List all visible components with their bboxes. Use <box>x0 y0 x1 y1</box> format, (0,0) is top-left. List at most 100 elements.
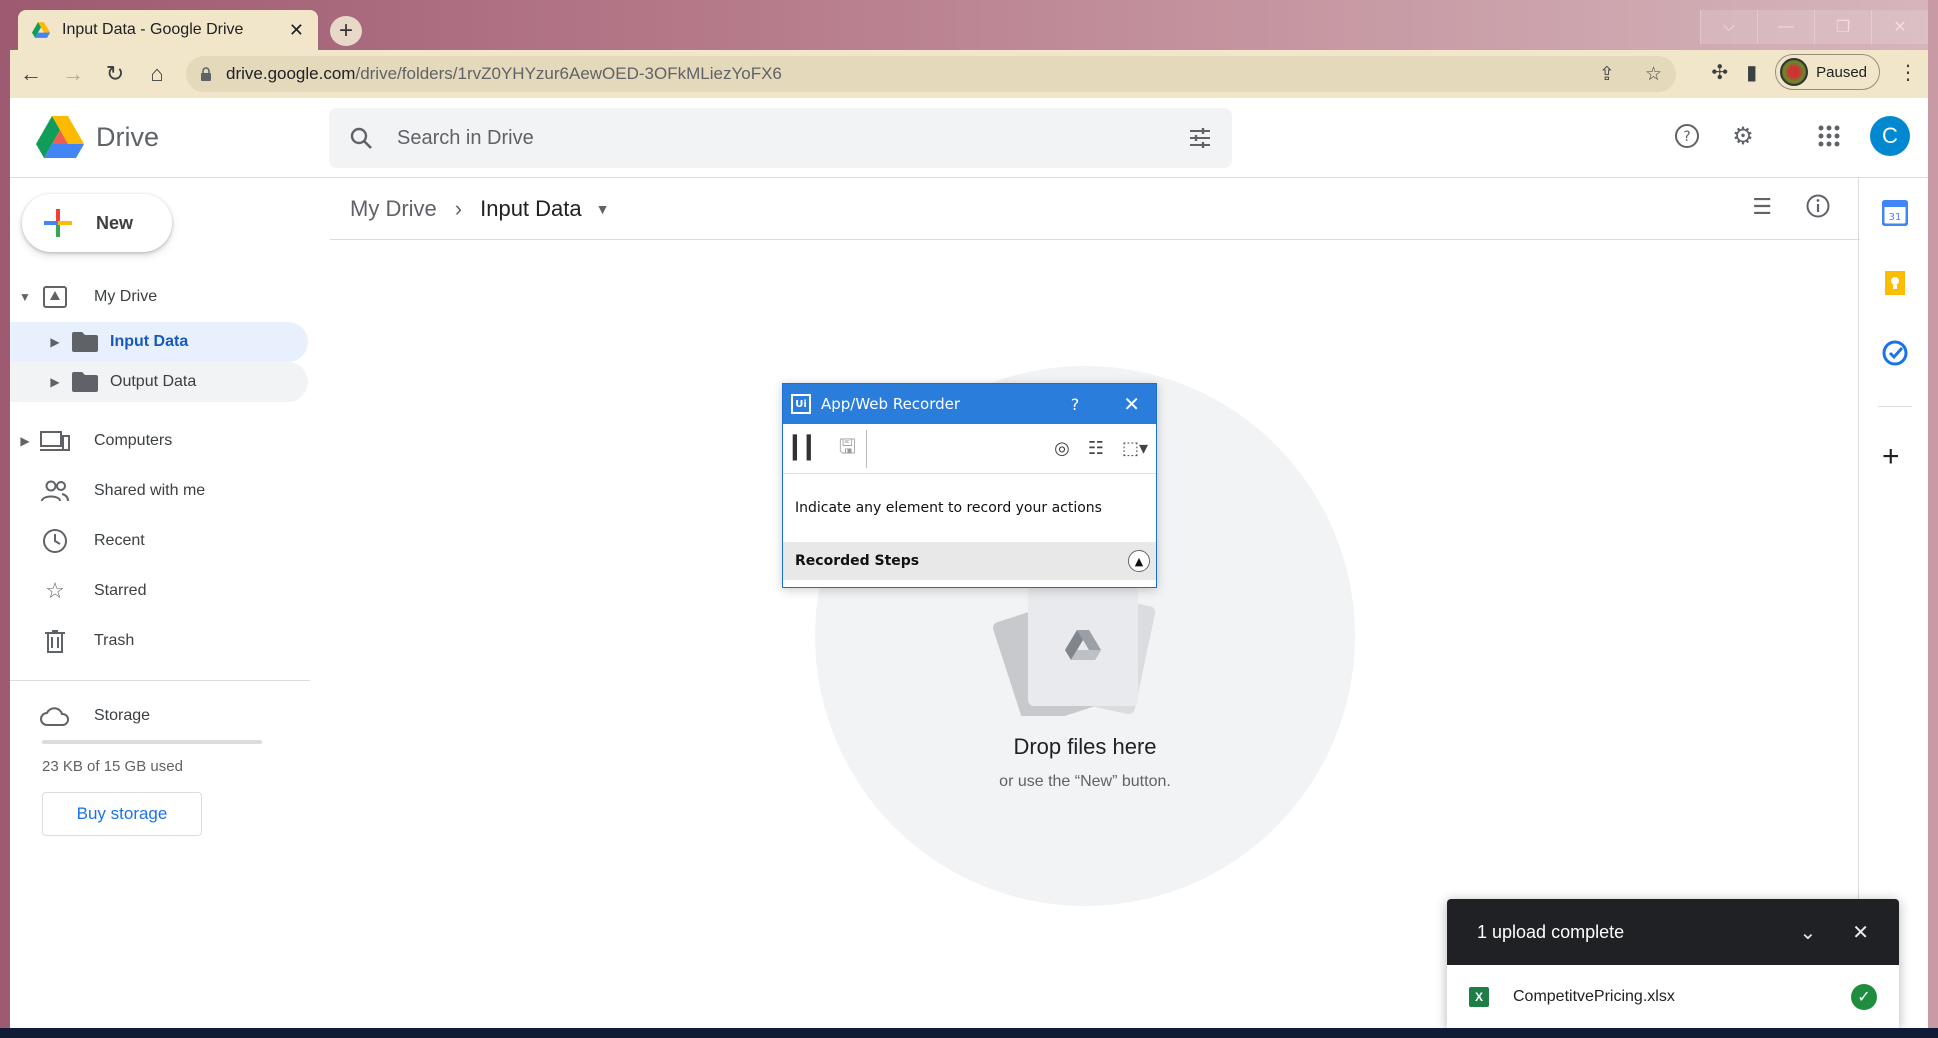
window-controls: ⌵ — ❐ ✕ <box>1700 10 1928 44</box>
svg-text:?: ? <box>1683 129 1690 145</box>
tab-search-icon[interactable]: ⌵ <box>1700 10 1757 44</box>
upload-toast-header: 1 upload complete ⌄ ✕ <box>1447 899 1899 965</box>
search-input[interactable]: Search in Drive <box>397 127 1188 150</box>
uploaded-file-name[interactable]: CompetitvePricing.xlsx <box>1513 988 1851 1006</box>
keep-icon[interactable] <box>1882 270 1908 296</box>
uploaded-file-row[interactable]: X CompetitvePricing.xlsx ✓ <box>1447 965 1899 1029</box>
sidebar-item-my-drive[interactable]: ▼ My Drive <box>10 272 310 322</box>
lock-icon <box>201 67 211 81</box>
recorder-help-button[interactable]: ? <box>1071 395 1080 414</box>
search-bar[interactable]: Search in Drive <box>329 108 1232 168</box>
apps-grid-icon[interactable] <box>1814 121 1844 151</box>
breadcrumb-current-folder[interactable]: Input Data <box>480 196 582 222</box>
recorder-close-button[interactable]: ✕ <box>1123 392 1140 416</box>
profile-status: Paused <box>1816 63 1867 81</box>
sidebar-item-label: Recent <box>94 532 145 549</box>
account-avatar[interactable]: C <box>1870 116 1910 156</box>
expand-caret-icon[interactable]: ▶ <box>10 434 40 448</box>
folder-icon <box>72 372 98 392</box>
folder-expand-icon[interactable]: ▶ <box>46 375 64 389</box>
url-path: /drive/folders/1rvZ0YHYzur6AewOED-3OFkML… <box>355 64 782 83</box>
browser-tab[interactable]: Input Data - Google Drive ✕ <box>18 10 318 50</box>
share-icon[interactable]: ⇪ <box>1599 63 1615 86</box>
search-icon[interactable] <box>349 126 373 150</box>
chevron-right-icon: › <box>454 195 463 221</box>
uipath-logo-icon: Ui <box>791 394 811 414</box>
star-icon: ☆ <box>45 578 65 603</box>
new-tab-button[interactable]: + <box>330 16 362 46</box>
app-web-recorder-window: Ui App/Web Recorder ? ✕ ▎▎ 🖫 ◎ ☷ ⬚▾ Indi… <box>782 383 1157 588</box>
reload-icon[interactable]: ↻ <box>94 61 136 87</box>
recorded-steps-header[interactable]: Recorded Steps ▲ <box>783 542 1156 580</box>
bookmark-star-icon[interactable]: ☆ <box>1645 63 1662 86</box>
home-icon[interactable]: ⌂ <box>136 61 178 87</box>
clock-icon <box>40 529 70 553</box>
verify-steps-icon[interactable]: ☷ <box>1088 438 1104 459</box>
sidebar-item-shared[interactable]: Shared with me <box>10 466 310 516</box>
sidebar-item-label: Input Data <box>110 333 189 350</box>
sidebar-item-starred[interactable]: ☆ Starred <box>10 566 310 616</box>
settings-gear-icon[interactable]: ⚙ <box>1728 121 1758 151</box>
sidebar-item-label: Computers <box>94 432 173 449</box>
drive-header: Drive Search in Drive ? ⚙ C <box>10 98 1928 178</box>
sidebar-item-label: My Drive <box>94 288 158 305</box>
minimize-button[interactable]: — <box>1757 10 1814 44</box>
expand-caret-icon[interactable]: ▼ <box>10 290 40 304</box>
pause-icon[interactable]: ▎▎ <box>793 436 824 461</box>
menu-kebab-icon[interactable]: ⋮ <box>1898 60 1918 85</box>
folder-icon <box>72 332 98 352</box>
info-icon[interactable] <box>1806 194 1830 224</box>
my-drive-icon <box>40 285 70 309</box>
screen-select-dropdown-icon[interactable]: ⬚▾ <box>1122 438 1148 459</box>
address-bar[interactable]: drive.google.com/drive/folders/1rvZ0YHYz… <box>186 56 1676 92</box>
recorder-title: App/Web Recorder <box>821 395 961 413</box>
save-icon[interactable]: 🖫 <box>839 432 856 466</box>
side-panel-icon[interactable]: ▮ <box>1746 60 1757 85</box>
sidebar-item-output-data[interactable]: ▶ Output Data <box>10 362 308 402</box>
breadcrumb-my-drive[interactable]: My Drive <box>330 196 437 222</box>
help-icon[interactable]: ? <box>1672 121 1702 151</box>
extensions-icon[interactable]: ✣ <box>1711 60 1728 85</box>
breadcrumb: My Drive › Input Data ▼ ☰ <box>330 178 1860 240</box>
forward-icon[interactable]: → <box>52 61 94 87</box>
sidebar-item-label: Trash <box>94 632 135 649</box>
upload-toast-title: 1 upload complete <box>1477 921 1625 942</box>
profile-button[interactable]: Paused <box>1775 54 1880 90</box>
recorder-toolbar: ▎▎ 🖫 ◎ ☷ ⬚▾ <box>783 424 1156 474</box>
sidebar-nav: ▼ My Drive ▶ Input Data ▶ Output Data ▶ … <box>10 272 310 741</box>
calendar-icon[interactable]: 31 <box>1882 200 1908 226</box>
sidebar-item-recent[interactable]: Recent <box>10 516 310 566</box>
back-icon[interactable]: ← <box>10 61 52 87</box>
sidebar-item-input-data[interactable]: ▶ Input Data <box>10 322 308 362</box>
cloud-icon <box>40 704 70 728</box>
new-button-label: New <box>96 212 134 233</box>
recorder-title-bar[interactable]: Ui App/Web Recorder ? ✕ <box>783 384 1156 424</box>
folder-menu-dropdown-icon[interactable]: ▼ <box>596 201 610 217</box>
sidebar-item-computers[interactable]: ▶ Computers <box>10 416 310 466</box>
drop-files-subtitle: or use the “New” button. <box>999 773 1171 790</box>
tab-title: Input Data - Google Drive <box>62 21 244 38</box>
folder-expand-icon[interactable]: ▶ <box>46 335 64 349</box>
shared-icon <box>40 479 70 503</box>
chevron-down-icon[interactable]: ⌄ <box>1799 920 1816 945</box>
drive-logo-icon <box>36 116 84 158</box>
computers-icon <box>40 429 70 453</box>
restore-button[interactable]: ❐ <box>1814 10 1871 44</box>
search-options-icon[interactable] <box>1188 126 1212 150</box>
drive-logo[interactable]: Drive <box>36 116 159 158</box>
new-button[interactable]: New <box>22 194 172 252</box>
tasks-icon[interactable] <box>1882 340 1908 366</box>
buy-storage-button[interactable]: Buy storage <box>42 792 202 836</box>
list-view-icon[interactable]: ☰ <box>1752 194 1772 224</box>
drop-files-illustration-icon <box>993 586 1156 716</box>
close-icon[interactable]: ✕ <box>1852 920 1869 945</box>
sidebar-item-storage[interactable]: Storage <box>10 691 310 741</box>
tab-close-icon[interactable]: ✕ <box>289 20 304 41</box>
sidebar-item-trash[interactable]: Trash <box>10 616 310 666</box>
upload-complete-check-icon: ✓ <box>1851 984 1877 1010</box>
close-window-button[interactable]: ✕ <box>1871 10 1928 44</box>
target-picker-icon[interactable]: ◎ <box>1054 438 1070 459</box>
add-addons-icon[interactable]: + <box>1882 440 1900 474</box>
collapse-chevron-icon[interactable]: ▲ <box>1128 550 1150 572</box>
storage-progress-bar <box>42 740 262 744</box>
